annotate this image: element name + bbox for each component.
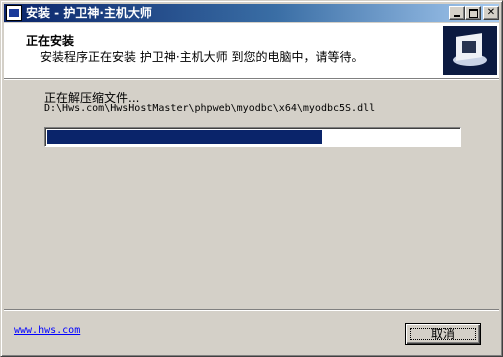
cancel-button[interactable]: 取消 bbox=[405, 323, 481, 345]
current-file-path: D:\Hws.com\HwsHostMaster\phpweb\myodbc\x… bbox=[44, 103, 376, 114]
app-icon bbox=[6, 5, 22, 21]
window-title: 安装 - 护卫神·主机大师 bbox=[26, 6, 152, 20]
close-icon: ✕ bbox=[486, 7, 496, 18]
cancel-button-label: 取消 bbox=[430, 327, 455, 341]
installer-box-icon bbox=[443, 26, 497, 75]
close-button[interactable]: ✕ bbox=[483, 6, 499, 20]
page-title: 正在安装 bbox=[26, 34, 75, 48]
website-link[interactable]: www.hws.com bbox=[14, 325, 80, 336]
progress-fill bbox=[47, 130, 322, 144]
footer-divider bbox=[4, 309, 499, 311]
minimize-button[interactable] bbox=[449, 6, 465, 20]
maximize-icon bbox=[469, 9, 478, 18]
page-description: 安装程序正在安装 护卫神·主机大师 到您的电脑中，请等待。 bbox=[40, 50, 364, 64]
minimize-icon bbox=[454, 15, 460, 17]
installer-window: 安装 - 护卫神·主机大师 ✕ 正在安装 安装程序正在安装 护卫神·主机大师 到… bbox=[0, 0, 503, 357]
maximize-button[interactable] bbox=[465, 6, 481, 20]
progress-bar bbox=[44, 127, 461, 147]
header-panel: 正在安装 安装程序正在安装 护卫神·主机大师 到您的电脑中，请等待。 bbox=[4, 23, 499, 79]
title-bar[interactable]: 安装 - 护卫神·主机大师 ✕ bbox=[4, 4, 499, 22]
box-opening-shape bbox=[462, 41, 476, 53]
